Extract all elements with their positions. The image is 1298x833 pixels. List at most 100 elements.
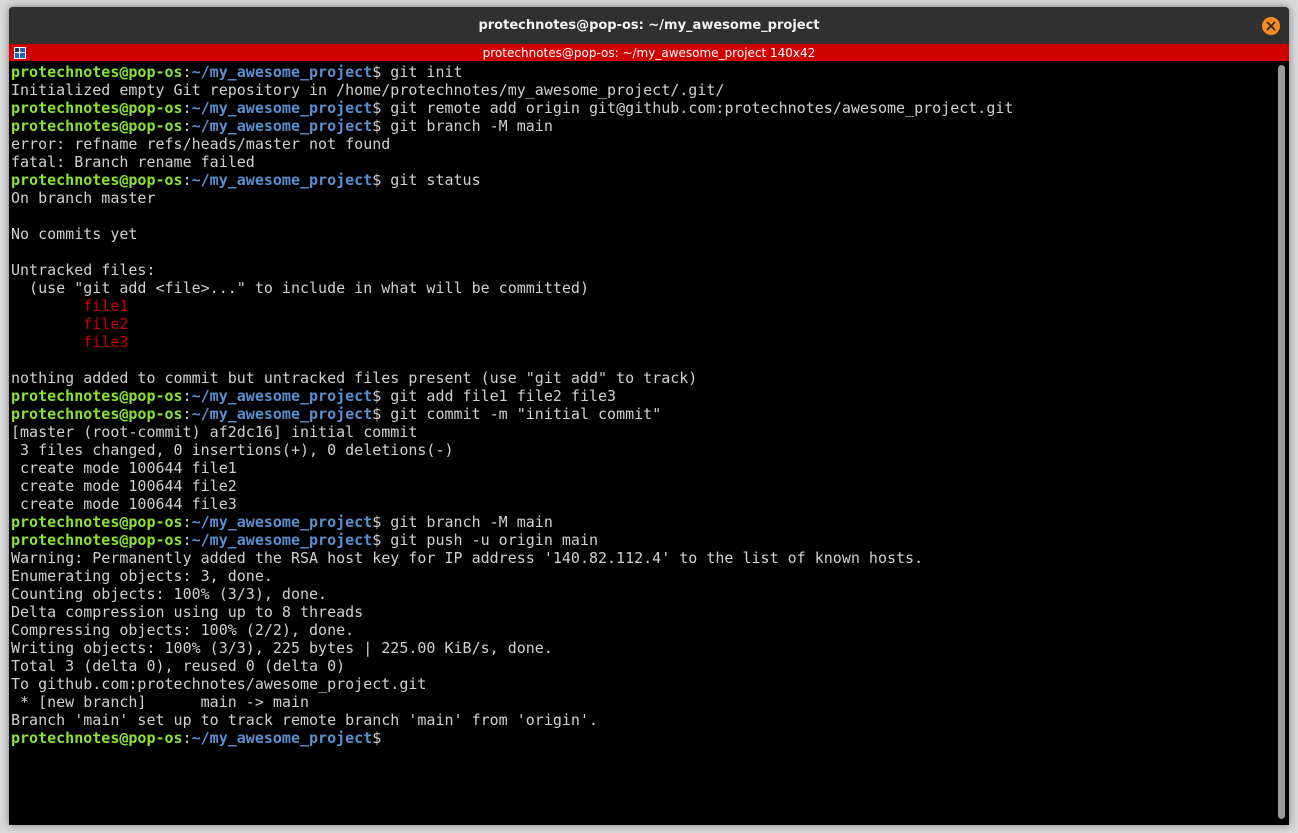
tile-layout-icon[interactable] [14,47,26,59]
prompt-path: ~/my_awesome_project [191,117,373,135]
output-line: Enumerating objects: 3, done. [11,567,1013,585]
prompt-line: protechnotes@pop-os:~/my_awesome_project… [11,171,1013,189]
output-line: Total 3 (delta 0), reused 0 (delta 0) [11,657,1013,675]
prompt-separator: : [182,63,192,81]
output-line: [master (root-commit) af2dc16] initial c… [11,423,1013,441]
output-line: file2 [11,315,1013,333]
prompt-symbol: $ [372,63,382,81]
command-text: git init [381,63,463,81]
prompt-symbol: $ [372,531,382,549]
output-line: Initialized empty Git repository in /hom… [11,81,1013,99]
prompt-line: protechnotes@pop-os:~/my_awesome_project… [11,63,1013,81]
title-bar[interactable]: protechnotes@pop-os: ~/my_awesome_projec… [9,7,1289,44]
output-line: To github.com:protechnotes/awesome_proje… [11,675,1013,693]
prompt-line: protechnotes@pop-os:~/my_awesome_project… [11,405,1013,423]
output-line: (use "git add <file>..." to include in w… [11,279,1013,297]
prompt-separator: : [182,513,192,531]
prompt-user-host: protechnotes@pop-os [11,729,183,747]
close-button[interactable] [1262,17,1280,35]
prompt-symbol: $ [372,513,382,531]
prompt-user-host: protechnotes@pop-os [11,387,183,405]
output-line: file3 [11,333,1013,351]
prompt-user-host: protechnotes@pop-os [11,171,183,189]
prompt-line: protechnotes@pop-os:~/my_awesome_project… [11,99,1013,117]
output-line: fatal: Branch rename failed [11,153,1013,171]
command-text: git add file1 file2 file3 [381,387,617,405]
prompt-symbol: $ [372,387,382,405]
output-line: * [new branch] main -> main [11,693,1013,711]
output-line: Writing objects: 100% (3/3), 225 bytes |… [11,639,1013,657]
prompt-symbol: $ [372,171,382,189]
command-text: git push -u origin main [381,531,599,549]
prompt-line: protechnotes@pop-os:~/my_awesome_project… [11,387,1013,405]
command-text: git commit -m "initial commit" [381,405,662,423]
output-line: Untracked files: [11,261,1013,279]
prompt-path: ~/my_awesome_project [191,63,373,81]
prompt-path: ~/my_awesome_project [191,513,373,531]
scrollbar-thumb[interactable] [1278,65,1285,819]
output-line: On branch master [11,189,1013,207]
output-text: create mode 100644 file3 [11,495,237,513]
output-line: nothing added to commit but untracked fi… [11,369,1013,387]
output-text: Total 3 (delta 0), reused 0 (delta 0) [11,657,346,675]
output-line: file1 [11,297,1013,315]
prompt-symbol: $ [372,99,382,117]
output-text: Counting objects: 100% (3/3), done. [11,585,328,603]
untracked-file: file1 [11,297,129,315]
output-line: Branch 'main' set up to track remote bra… [11,711,1013,729]
prompt-user-host: protechnotes@pop-os [11,99,183,117]
output-line: error: refname refs/heads/master not fou… [11,135,1013,153]
prompt-user-host: protechnotes@pop-os [11,513,183,531]
prompt-symbol: $ [372,405,382,423]
output-text: create mode 100644 file2 [11,477,237,495]
prompt-user-host: protechnotes@pop-os [11,117,183,135]
prompt-separator: : [182,171,192,189]
prompt-path: ~/my_awesome_project [191,405,373,423]
prompt-user-host: protechnotes@pop-os [11,63,183,81]
terminal-window: protechnotes@pop-os: ~/my_awesome_projec… [9,7,1289,825]
terminal-output[interactable]: protechnotes@pop-os:~/my_awesome_project… [9,61,1275,825]
output-text: To github.com:protechnotes/awesome_proje… [11,675,427,693]
untracked-file: file3 [11,333,129,351]
output-line [11,207,1013,225]
output-line: Counting objects: 100% (3/3), done. [11,585,1013,603]
output-text: nothing added to commit but untracked fi… [11,369,698,387]
output-text: Warning: Permanently added the RSA host … [11,549,924,567]
prompt-separator: : [182,117,192,135]
output-line: create mode 100644 file2 [11,477,1013,495]
prompt-separator: : [182,729,192,747]
output-line: Delta compression using up to 8 threads [11,603,1013,621]
output-line [11,351,1013,369]
output-text: create mode 100644 file1 [11,459,237,477]
prompt-symbol: $ [372,729,382,747]
output-text: No commits yet [11,225,138,243]
prompt-user-host: protechnotes@pop-os [11,531,183,549]
output-text: Initialized empty Git repository in /hom… [11,81,725,99]
terminal-tab-bar[interactable]: protechnotes@pop-os: ~/my_awesome_projec… [9,44,1289,61]
prompt-path: ~/my_awesome_project [191,531,373,549]
output-text: Branch 'main' set up to track remote bra… [11,711,598,729]
output-line: Warning: Permanently added the RSA host … [11,549,1013,567]
prompt-path: ~/my_awesome_project [191,99,373,117]
prompt-separator: : [182,99,192,117]
output-line: Compressing objects: 100% (2/2), done. [11,621,1013,639]
output-line [11,243,1013,261]
prompt-symbol: $ [372,117,382,135]
command-text: git remote add origin git@github.com:pro… [381,99,1014,117]
output-text: Enumerating objects: 3, done. [11,567,273,585]
output-line: 3 files changed, 0 insertions(+), 0 dele… [11,441,1013,459]
prompt-line: protechnotes@pop-os:~/my_awesome_project… [11,531,1013,549]
output-text: On branch master [11,189,156,207]
output-line: create mode 100644 file1 [11,459,1013,477]
output-text: [master (root-commit) af2dc16] initial c… [11,423,418,441]
command-text: git branch -M main [381,117,553,135]
output-line: create mode 100644 file3 [11,495,1013,513]
tab-label: protechnotes@pop-os: ~/my_awesome_projec… [482,45,816,60]
untracked-file: file2 [11,315,129,333]
prompt-line: protechnotes@pop-os:~/my_awesome_project… [11,117,1013,135]
prompt-line: protechnotes@pop-os:~/my_awesome_project… [11,729,1013,747]
output-text: * [new branch] main -> main [11,693,310,711]
scrollbar[interactable] [1275,61,1289,825]
output-text: Writing objects: 100% (3/3), 225 bytes |… [11,639,553,657]
prompt-path: ~/my_awesome_project [191,171,373,189]
